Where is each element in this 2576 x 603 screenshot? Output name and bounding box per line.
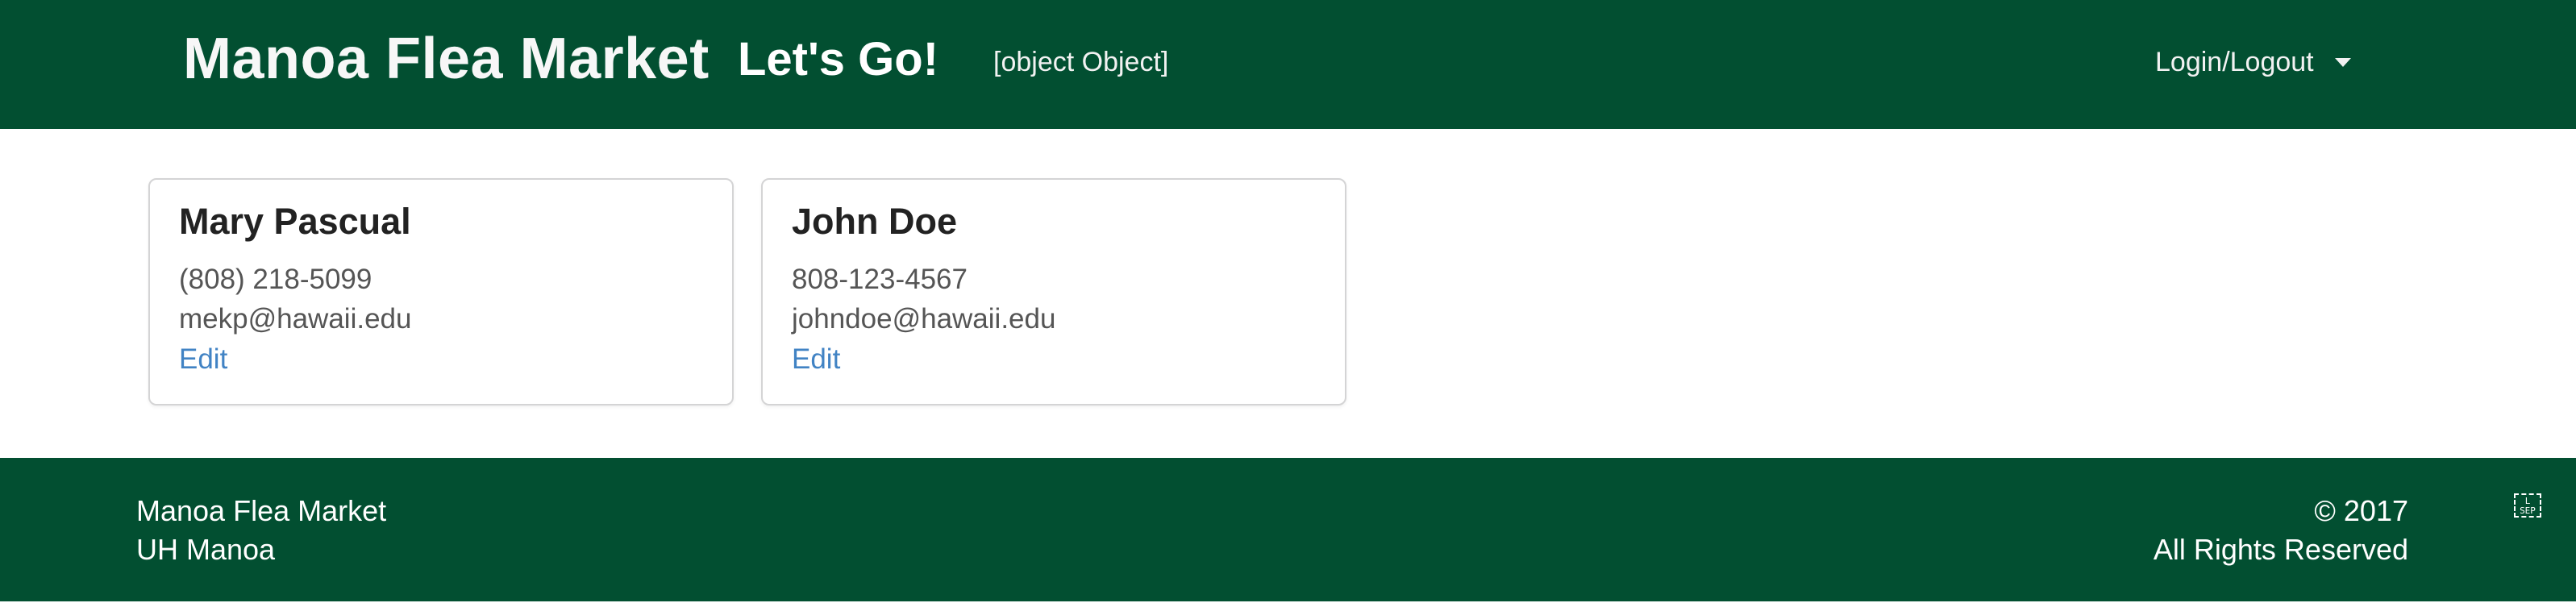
contact-phone: 808-123-4567 xyxy=(792,264,968,295)
contact-card: John Doe 808-123-4567 johndoe@hawaii.edu… xyxy=(761,178,1346,405)
edit-link[interactable]: Edit xyxy=(179,343,227,376)
footer-right: © 2017 All Rights Reserved xyxy=(2154,492,2408,569)
login-logout-dropdown[interactable]: Login/Logout xyxy=(2155,47,2351,78)
dropdown-caret-icon xyxy=(2334,58,2351,67)
lets-go-link[interactable]: Let's Go! xyxy=(738,32,938,86)
footer-site-name: Manoa Flea Market xyxy=(136,494,387,527)
contact-phone: (808) 218-5099 xyxy=(179,264,372,295)
edit-link[interactable]: Edit xyxy=(792,343,840,376)
copyright-text: © 2017 xyxy=(2314,494,2408,527)
brand-link[interactable]: Manoa Flea Market xyxy=(183,26,710,92)
contact-card: Mary Pascual (808) 218-5099 mekp@hawaii.… xyxy=(148,178,734,405)
contact-name: Mary Pascual xyxy=(179,201,411,242)
object-menu-item[interactable]: [object Object] xyxy=(993,47,1168,78)
contact-name: John Doe xyxy=(792,201,958,242)
rights-text: All Rights Reserved xyxy=(2153,533,2408,566)
top-navbar: Manoa Flea Market Let's Go! [object Obje… xyxy=(0,0,2576,129)
contact-email: mekp@hawaii.edu xyxy=(179,303,412,335)
footer-left: Manoa Flea Market UH Manoa xyxy=(136,492,386,569)
footer-org-name: UH Manoa xyxy=(136,533,276,566)
contact-email: johndoe@hawaii.edu xyxy=(792,303,1056,335)
separator-glyph-icon: L SEP xyxy=(2514,493,2541,518)
footer: Manoa Flea Market UH Manoa © 2017 All Ri… xyxy=(0,458,2576,601)
login-logout-label: Login/Logout xyxy=(2155,47,2314,77)
glyph-bottom-text: SEP xyxy=(2520,505,2536,516)
